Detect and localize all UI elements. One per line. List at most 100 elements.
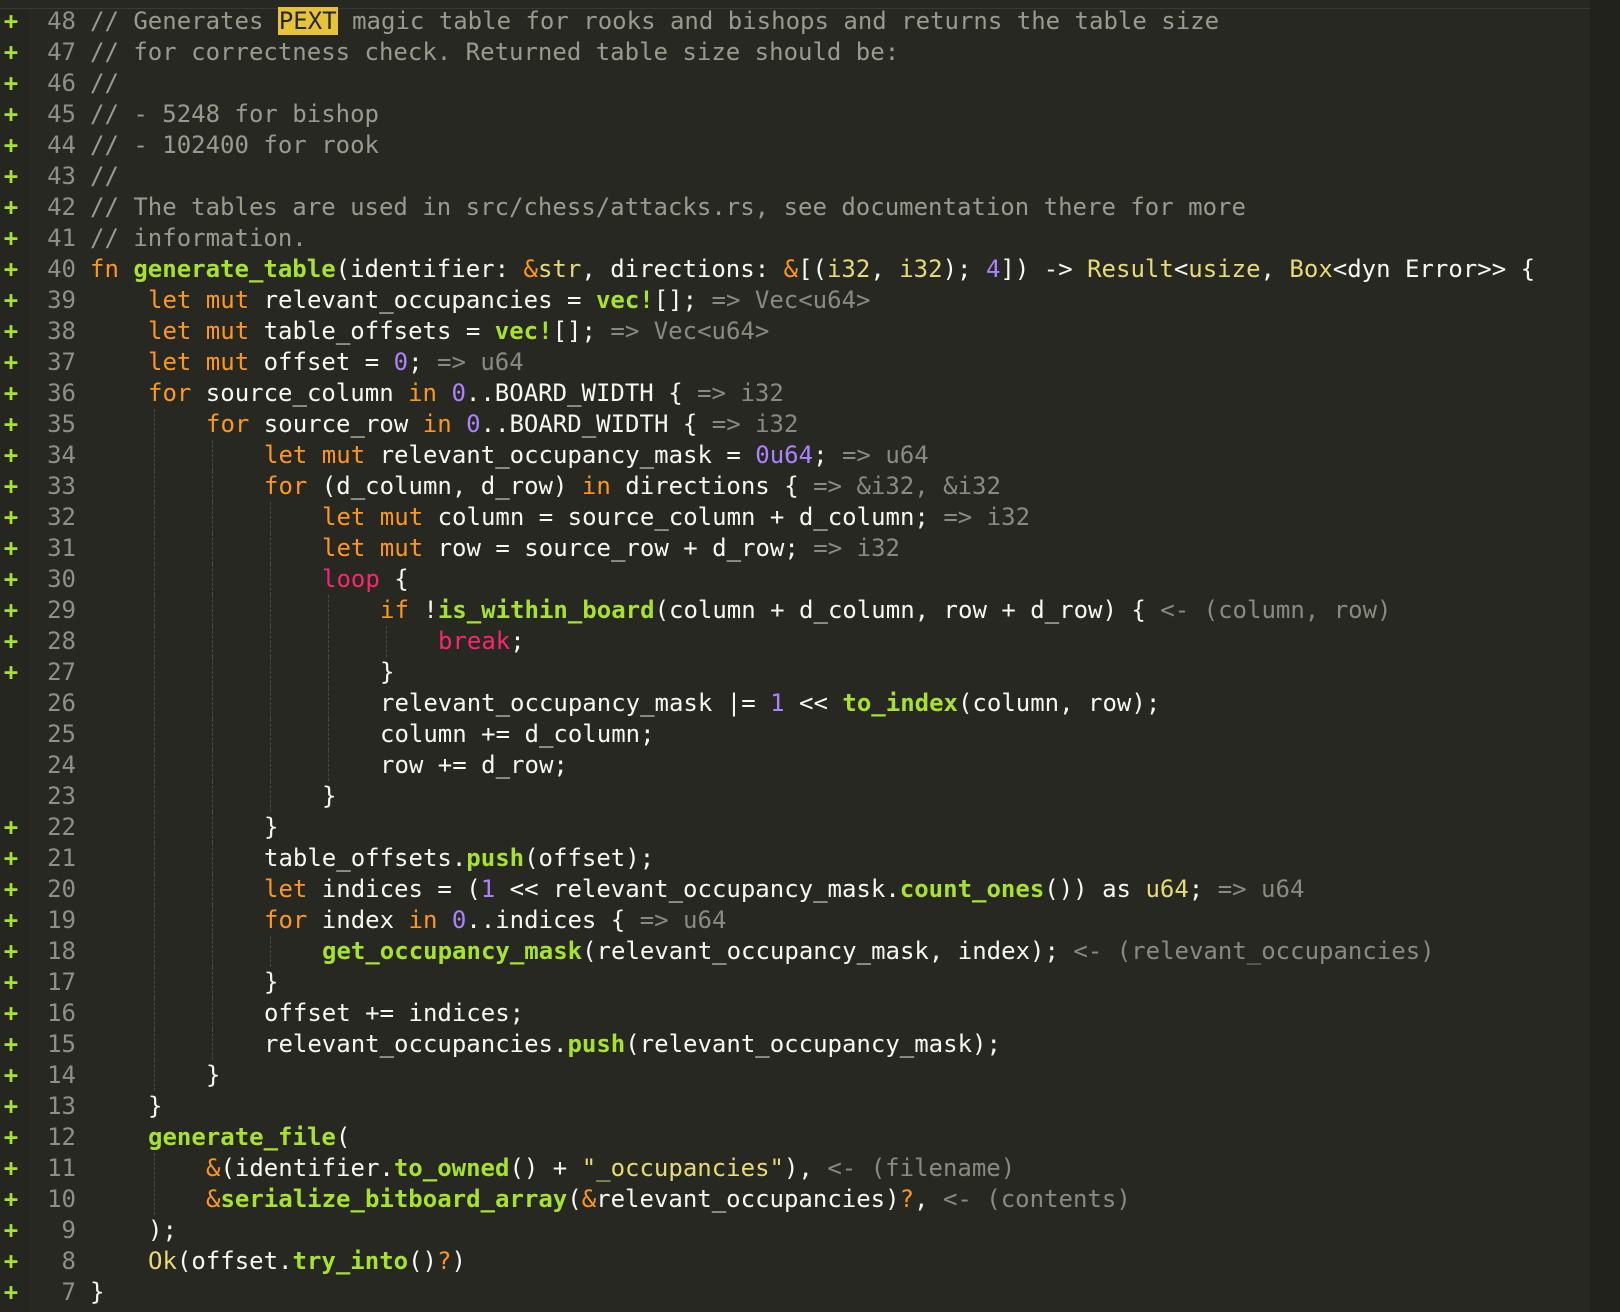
- code-text[interactable]: //: [90, 161, 119, 192]
- line-number: 44: [47, 131, 76, 159]
- code-text[interactable]: let mut relevant_occupancies = vec![]; =…: [148, 285, 870, 316]
- editor-scrollbar[interactable]: [1590, 0, 1620, 1312]
- code-text[interactable]: break;: [438, 626, 525, 657]
- code-token: ),: [783, 1154, 828, 1182]
- indent-guide: [154, 564, 155, 595]
- code-text[interactable]: let mut table_offsets = vec![]; => Vec<u…: [148, 316, 769, 347]
- code-text[interactable]: relevant_occupancy_mask |= 1 << to_index…: [380, 688, 1160, 719]
- function-token: vec!: [595, 286, 654, 314]
- comment-token: // - 102400 for rook: [90, 131, 379, 159]
- indent-guide: [270, 533, 271, 564]
- code-token: (relevant_occupancy_mask);: [625, 1030, 1001, 1058]
- code-text[interactable]: offset += indices;: [264, 998, 524, 1029]
- code-token: );: [148, 1216, 177, 1244]
- code-token: }: [380, 658, 395, 686]
- code-text[interactable]: let indices = (1 << relevant_occupancy_m…: [264, 874, 1304, 905]
- code-text[interactable]: // - 5248 for bishop: [90, 99, 379, 130]
- keyword-token: let mut: [148, 317, 264, 345]
- comment-token: //: [90, 162, 119, 190]
- diff-added-marker: +: [3, 162, 19, 190]
- keyword-token: let mut: [264, 441, 380, 469]
- code-text[interactable]: &serialize_bitboard_array(&relevant_occu…: [206, 1184, 1131, 1215]
- diff-added-marker: +: [3, 565, 19, 593]
- line-number: 19: [47, 906, 76, 934]
- code-text[interactable]: loop {: [322, 564, 409, 595]
- type-token: i32: [826, 255, 871, 283]
- line-number: 40: [47, 255, 76, 283]
- code-text[interactable]: for index in 0..indices { => u64: [264, 905, 726, 936]
- code-token: (offset.: [176, 1247, 293, 1275]
- indent-guide: [154, 626, 155, 657]
- code-text[interactable]: let mut row = source_row + d_row; => i32: [322, 533, 900, 564]
- code-token: ,: [1260, 255, 1290, 283]
- code-editor[interactable]: +48// Generates PEXT magic table for roo…: [0, 0, 1620, 1312]
- code-text[interactable]: // - 102400 for rook: [90, 130, 379, 161]
- indent-guide: [154, 409, 155, 440]
- type-token: usize: [1188, 255, 1261, 283]
- type-token: str: [537, 255, 582, 283]
- diff-added-marker: +: [3, 317, 19, 345]
- diff-added-marker: +: [3, 1092, 19, 1120]
- code-text[interactable]: // The tables are used in src/chess/atta…: [90, 192, 1246, 223]
- code-text[interactable]: &(identifier.to_owned() + "_occupancies"…: [206, 1153, 1015, 1184]
- inlay-hint: <- (column, row): [1160, 596, 1392, 624]
- code-text[interactable]: generate_file(: [148, 1122, 350, 1153]
- code-token: !: [423, 596, 438, 624]
- line-number: 46: [47, 69, 76, 97]
- line-number: 42: [47, 193, 76, 221]
- code-text[interactable]: fn generate_table(identifier: &str, dire…: [90, 254, 1535, 285]
- indent-guide: [270, 719, 271, 750]
- inlay-hint: => u64: [437, 348, 524, 376]
- number-token: 0: [451, 906, 467, 934]
- code-text[interactable]: }: [148, 1091, 162, 1122]
- code-token: relevant_occupancies.: [264, 1030, 568, 1058]
- code-text[interactable]: }: [380, 657, 394, 688]
- code-token: ;: [510, 627, 525, 655]
- code-text[interactable]: // information.: [90, 223, 307, 254]
- indent-guide: [328, 626, 329, 657]
- code-text[interactable]: if !is_within_board(column + d_column, r…: [380, 595, 1391, 626]
- number-token: 0: [451, 379, 466, 407]
- type-token: Box: [1289, 255, 1333, 283]
- code-text[interactable]: column += d_column;: [380, 719, 655, 750]
- type-token: Result: [1087, 255, 1174, 283]
- code-text[interactable]: );: [148, 1215, 177, 1246]
- code-text[interactable]: relevant_occupancies.push(relevant_occup…: [264, 1029, 1001, 1060]
- code-text[interactable]: }: [264, 967, 278, 998]
- indent-guide: [328, 750, 329, 781]
- function-token: count_ones: [899, 875, 1045, 903]
- code-text[interactable]: for (d_column, d_row) in directions { =>…: [264, 471, 1001, 502]
- line-number: 29: [47, 596, 76, 624]
- code-text[interactable]: //: [90, 68, 119, 99]
- code-text[interactable]: get_occupancy_mask(relevant_occupancy_ma…: [322, 936, 1435, 967]
- code-text[interactable]: let mut column = source_column + d_colum…: [322, 502, 1030, 533]
- code-text[interactable]: }: [322, 781, 336, 812]
- code-text[interactable]: }: [264, 812, 278, 843]
- code-token: ()) as: [1044, 875, 1146, 903]
- code-text[interactable]: row += d_row;: [380, 750, 568, 781]
- code-text[interactable]: Ok(offset.try_into()?): [148, 1246, 466, 1277]
- code-token: <: [1173, 255, 1189, 283]
- code-token: [];: [552, 317, 611, 345]
- code-text[interactable]: }: [206, 1060, 220, 1091]
- number-token: 1: [770, 689, 785, 717]
- code-token: }: [148, 1092, 163, 1120]
- diff-added-marker: +: [3, 999, 19, 1027]
- code-text[interactable]: // Generates PEXT magic table for rooks …: [90, 6, 1219, 37]
- keyword-token: &: [206, 1154, 221, 1182]
- line-number: 22: [47, 813, 76, 841]
- indent-guide: [386, 626, 387, 657]
- string-token: "_occupancies": [581, 1154, 784, 1182]
- code-text[interactable]: // for correctness check. Returned table…: [90, 37, 899, 68]
- diff-added-marker: +: [3, 286, 19, 314]
- code-text[interactable]: }: [90, 1277, 104, 1308]
- code-text[interactable]: for source_column in 0..BOARD_WIDTH { =>…: [148, 378, 784, 409]
- code-text[interactable]: for source_row in 0..BOARD_WIDTH { => i3…: [206, 409, 798, 440]
- code-text[interactable]: let mut offset = 0; => u64: [148, 347, 524, 378]
- code-token: () +: [509, 1154, 582, 1182]
- code-text[interactable]: let mut relevant_occupancy_mask = 0u64; …: [264, 440, 929, 471]
- indent-guide: [270, 750, 271, 781]
- code-text[interactable]: table_offsets.push(offset);: [264, 843, 654, 874]
- number-token: 0u64: [755, 441, 814, 469]
- comment-token: // Generates: [90, 7, 278, 35]
